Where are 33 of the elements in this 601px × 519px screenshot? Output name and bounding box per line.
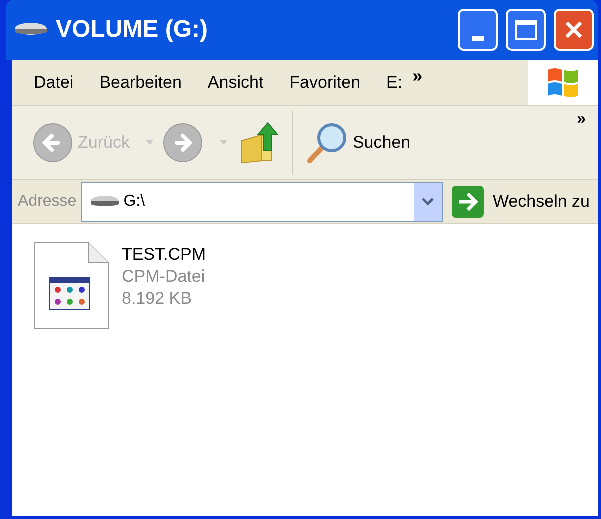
maximize-button[interactable]: [506, 9, 546, 51]
menu-item[interactable]: Favoriten: [290, 70, 361, 96]
flag-logo-icon: [545, 66, 581, 100]
file-type: CPM-Datei: [122, 266, 206, 288]
document-window-icon: [34, 242, 110, 330]
address-dropdown-button[interactable]: [414, 182, 442, 220]
address-value: G:\: [124, 192, 146, 212]
close-icon: [564, 20, 584, 40]
menu-item[interactable]: E:: [386, 70, 403, 96]
menu-item[interactable]: Datei: [34, 70, 74, 96]
minimize-icon: [472, 36, 484, 41]
drive-icon: [14, 22, 48, 38]
search-button[interactable]: Suchen: [296, 114, 419, 170]
file-name: TEST.CPM: [122, 244, 206, 266]
menu-item[interactable]: Ansicht: [208, 70, 264, 96]
close-button[interactable]: [554, 9, 594, 51]
window-title: VOLUME (G:): [56, 15, 209, 45]
toolbar-overflow[interactable]: »: [577, 108, 586, 132]
menu-item[interactable]: Bearbeiten: [100, 70, 182, 96]
chevron-down-icon: [422, 198, 434, 206]
search-icon: [304, 120, 349, 164]
address-label: Adresse: [18, 192, 77, 212]
dropdown-arrow-icon: [220, 140, 228, 146]
drive-icon: [90, 194, 120, 208]
folder-up-arrow-icon: [240, 120, 280, 164]
file-size: 8.192 KB: [122, 288, 193, 310]
minimize-button[interactable]: [458, 9, 498, 51]
file-item[interactable]: TEST.CPM CPM-Datei 8.192 KB: [34, 242, 598, 330]
maximize-icon: [515, 20, 537, 40]
address-field[interactable]: G:\: [80, 182, 443, 222]
go-button[interactable]: Wechseln zu: [446, 182, 590, 222]
dropdown-arrow-icon: [146, 140, 154, 146]
menu-overflow[interactable]: »: [412, 63, 423, 90]
